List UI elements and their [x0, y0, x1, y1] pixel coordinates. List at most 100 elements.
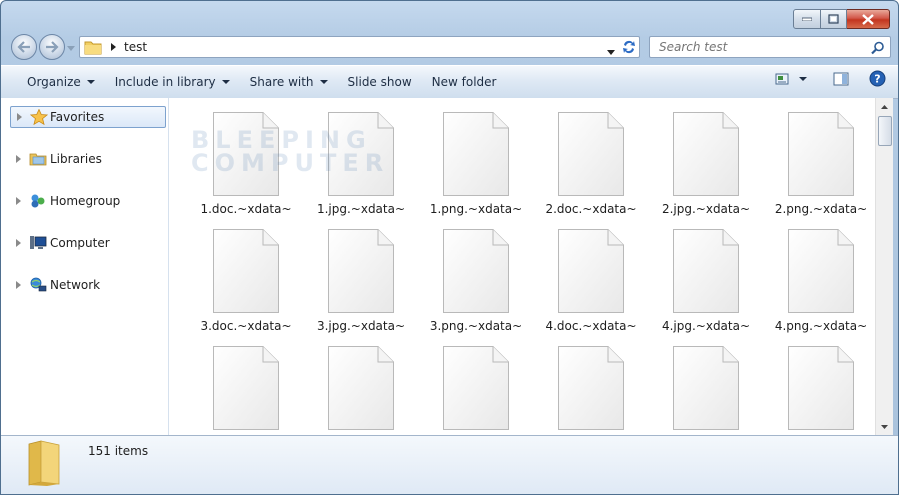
- minimize-icon: [802, 17, 812, 21]
- preview-pane-button[interactable]: [813, 72, 857, 86]
- file-name: 2.doc.~xdata~: [545, 202, 637, 216]
- chevron-down-icon: [86, 80, 95, 84]
- chevron-down-icon: [319, 80, 328, 84]
- nav-item-favorites[interactable]: Favorites: [10, 106, 166, 128]
- expand-arrow-icon[interactable]: [16, 239, 21, 247]
- navigation-pane: Favorites Libraries Homegroup Computer N…: [1, 98, 169, 435]
- close-button[interactable]: [847, 9, 890, 29]
- homegroup-icon: [31, 194, 45, 208]
- include-in-library-label: Include in library: [114, 75, 216, 89]
- file-item[interactable]: [755, 332, 867, 435]
- share-with-button[interactable]: Share with: [240, 70, 338, 94]
- change-view-icon: [775, 73, 789, 84]
- nav-item-network[interactable]: Network: [1, 274, 168, 296]
- search-box[interactable]: [649, 36, 891, 58]
- organize-button[interactable]: Organize: [17, 70, 105, 94]
- file-item[interactable]: 2.jpg.~xdata~: [640, 98, 752, 216]
- file-item[interactable]: 3.jpg.~xdata~: [295, 215, 407, 333]
- file-item[interactable]: 2.doc.~xdata~: [525, 98, 637, 216]
- nav-item-libraries[interactable]: Libraries: [1, 148, 168, 170]
- blank-file-icon: [673, 112, 739, 196]
- include-in-library-button[interactable]: Include in library: [105, 70, 240, 94]
- file-name: 3.doc.~xdata~: [200, 319, 292, 333]
- address-bar[interactable]: test: [79, 36, 640, 58]
- file-item[interactable]: [180, 332, 292, 435]
- scrollbar-thumb[interactable]: [878, 116, 892, 146]
- file-item[interactable]: 1.jpg.~xdata~: [295, 98, 407, 216]
- file-item[interactable]: 1.doc.~xdata~: [180, 98, 292, 216]
- expand-arrow-icon[interactable]: [16, 197, 21, 205]
- search-icon[interactable]: [871, 41, 885, 55]
- nav-label-homegroup: Homegroup: [50, 194, 121, 208]
- preview-pane-icon: [833, 72, 849, 85]
- file-item[interactable]: 4.doc.~xdata~: [525, 215, 637, 333]
- address-row: test: [1, 33, 898, 63]
- share-with-label: Share with: [249, 75, 314, 89]
- close-icon: [862, 13, 874, 25]
- help-button[interactable]: ?: [857, 70, 898, 87]
- view-controls: ?: [769, 70, 898, 87]
- help-icon: ?: [869, 70, 886, 87]
- nav-label-network: Network: [50, 278, 101, 292]
- blank-file-icon: [558, 229, 624, 313]
- minimize-button[interactable]: [793, 9, 821, 29]
- scroll-down-icon: [881, 424, 888, 429]
- folder-icon: [28, 440, 60, 486]
- expand-arrow-icon[interactable]: [17, 113, 22, 121]
- forward-arrow-icon: [46, 41, 59, 53]
- refresh-icon: [623, 40, 635, 54]
- nav-item-computer[interactable]: Computer: [1, 232, 168, 254]
- file-item[interactable]: 4.png.~xdata~: [755, 215, 867, 333]
- blank-file-icon: [213, 112, 279, 196]
- folder-icon: [84, 41, 102, 55]
- file-name: 1.doc.~xdata~: [200, 202, 292, 216]
- blank-file-icon: [788, 112, 854, 196]
- file-item[interactable]: [295, 332, 407, 435]
- expand-arrow-icon[interactable]: [16, 281, 21, 289]
- forward-button[interactable]: [39, 34, 65, 60]
- organize-label: Organize: [27, 75, 81, 89]
- libraries-icon: [29, 153, 47, 166]
- details-pane: 151 items: [1, 435, 898, 494]
- star-icon: [30, 109, 48, 125]
- new-folder-button[interactable]: New folder: [422, 70, 507, 94]
- search-input[interactable]: [657, 39, 871, 55]
- blank-file-icon: [443, 229, 509, 313]
- file-item[interactable]: 3.png.~xdata~: [410, 215, 522, 333]
- file-item[interactable]: 4.jpg.~xdata~: [640, 215, 752, 333]
- back-arrow-icon: [17, 41, 30, 53]
- file-item[interactable]: [525, 332, 637, 435]
- file-item[interactable]: [640, 332, 752, 435]
- slide-show-button[interactable]: Slide show: [338, 70, 422, 94]
- blank-file-icon: [328, 229, 394, 313]
- scroll-up-button[interactable]: [876, 98, 893, 115]
- nav-label-favorites: Favorites: [50, 110, 105, 124]
- chevron-down-icon: [607, 50, 615, 55]
- file-item[interactable]: [410, 332, 522, 435]
- file-item[interactable]: 3.doc.~xdata~: [180, 215, 292, 333]
- blank-file-icon: [788, 229, 854, 313]
- change-view-button[interactable]: [769, 73, 813, 85]
- expand-arrow-icon[interactable]: [16, 155, 21, 163]
- file-name: 3.png.~xdata~: [429, 319, 523, 333]
- slide-show-label: Slide show: [347, 75, 412, 89]
- blank-file-icon: [213, 346, 279, 430]
- nav-item-homegroup[interactable]: Homegroup: [1, 190, 168, 212]
- breadcrumb-test[interactable]: test: [124, 40, 147, 54]
- back-button[interactable]: [11, 34, 37, 60]
- file-item[interactable]: 1.png.~xdata~: [410, 98, 522, 216]
- item-count: 151 items: [88, 444, 149, 458]
- address-dropdown[interactable]: [607, 44, 615, 58]
- blank-file-icon: [328, 346, 394, 430]
- blank-file-icon: [213, 229, 279, 313]
- blank-file-icon: [328, 112, 394, 196]
- maximize-button[interactable]: [821, 9, 847, 29]
- scroll-down-button[interactable]: [876, 418, 893, 435]
- file-list: 1.doc.~xdata~ 1.jpg.~xdata~ 1.png.~xdata~ 2…: [169, 98, 875, 435]
- refresh-button[interactable]: [617, 36, 641, 58]
- blank-file-icon: [443, 112, 509, 196]
- recent-pages-button[interactable]: [67, 41, 75, 55]
- vertical-scrollbar[interactable]: [875, 98, 893, 435]
- blank-file-icon: [443, 346, 509, 430]
- file-item[interactable]: 2.png.~xdata~: [755, 98, 867, 216]
